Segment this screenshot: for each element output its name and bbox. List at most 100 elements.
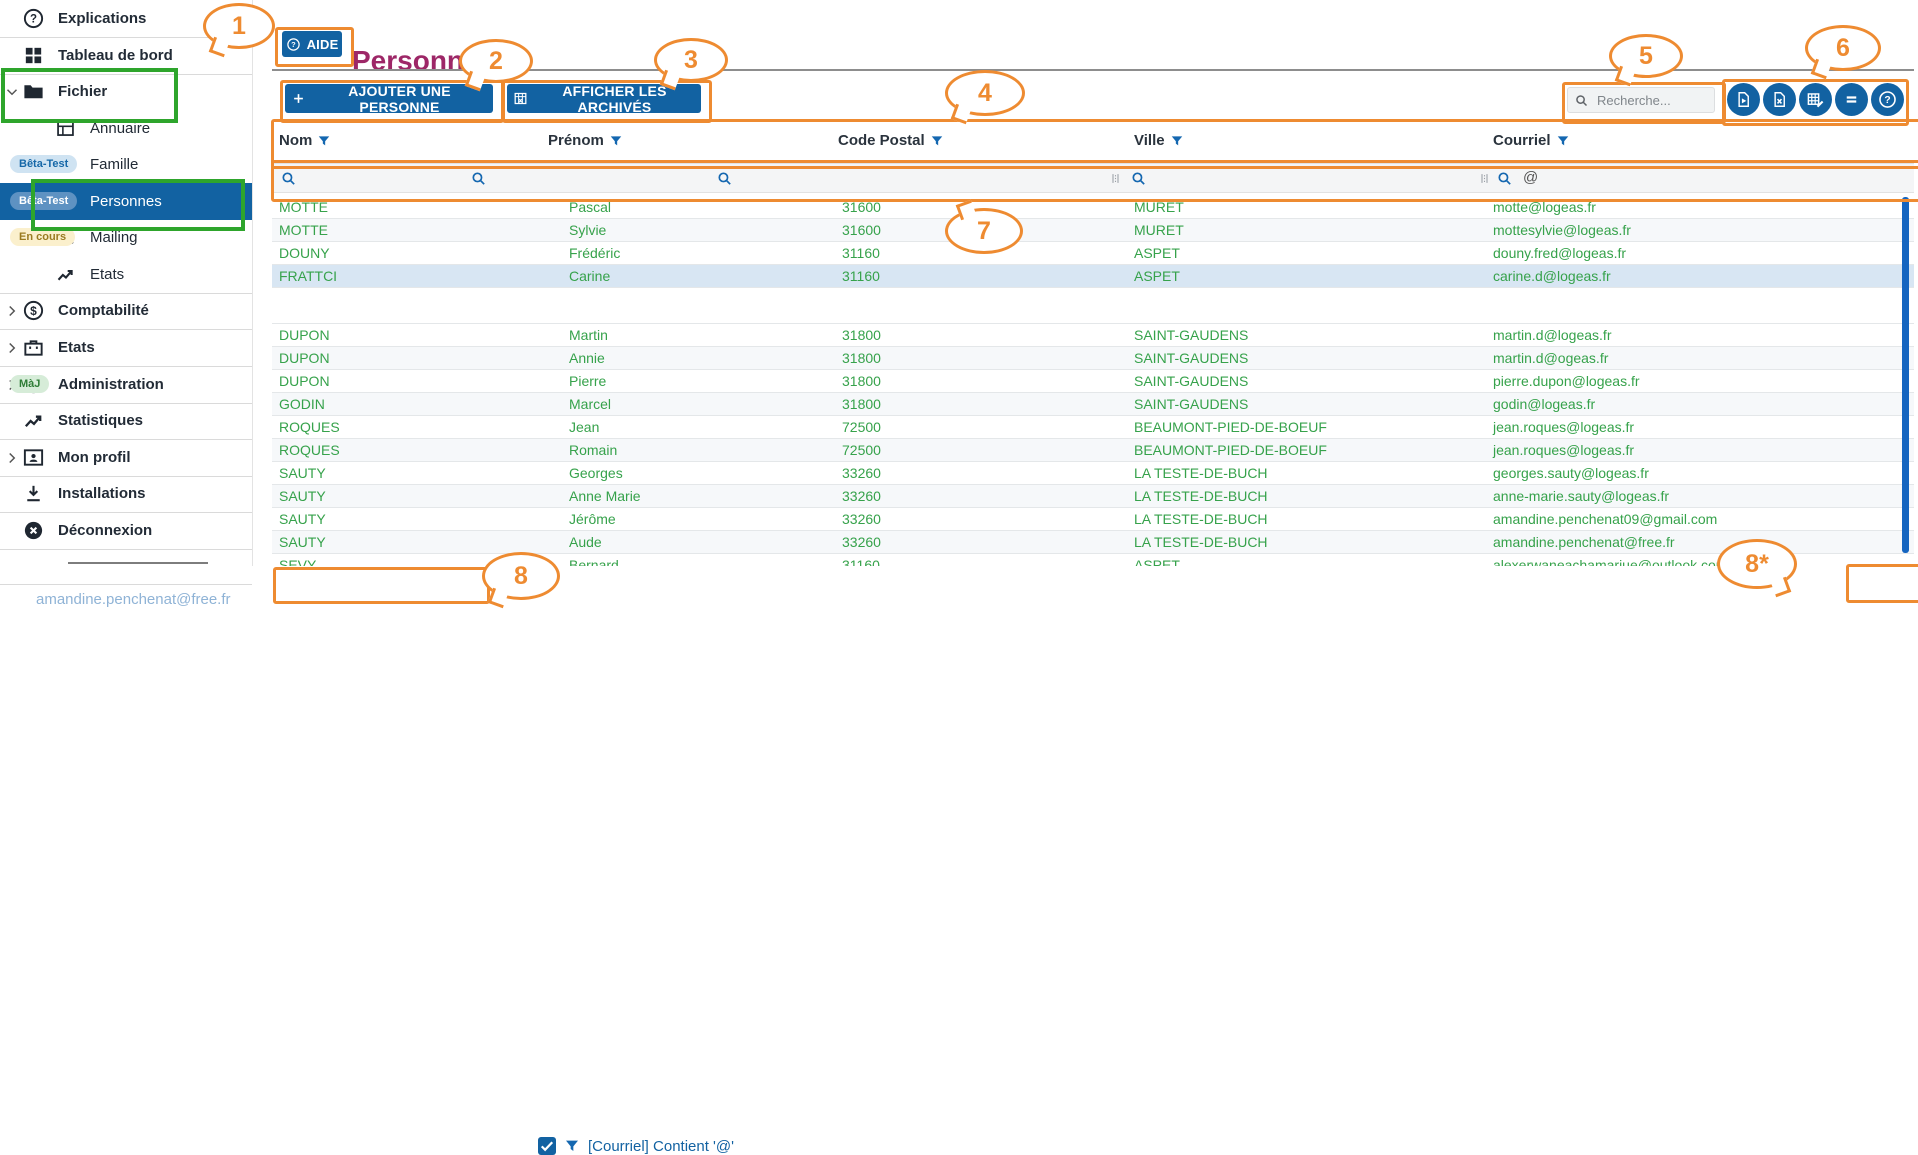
column-resize-handle-icon[interactable] (1108, 171, 1123, 186)
active-filter-label: [Courriel] Contient '@' (588, 1138, 734, 1155)
column-search-icon[interactable] (470, 170, 487, 187)
table-row[interactable]: SAUTYJérôme33260LA TESTE-DE-BUCHamandine… (272, 508, 1914, 531)
cell-ville: MURET (1134, 219, 1184, 242)
sidebar-item-label: Comptabilité (58, 302, 149, 319)
table-header-row: NomPrénomCode PostalVilleCourriel (272, 122, 1914, 160)
table-row[interactable]: SAUTYAnne Marie33260LA TESTE-DE-BUCHanne… (272, 485, 1914, 508)
annotation-callout-3: 3 (654, 38, 728, 82)
cell-cp: 31600 (842, 219, 881, 242)
cell-nom: DUPON (279, 324, 330, 347)
sidebar-item-mon-profil[interactable]: Mon profil (0, 439, 252, 477)
cell-cp: 72500 (842, 416, 881, 439)
search-icon (1574, 93, 1589, 108)
status-badge: Bêta-Test (10, 155, 77, 173)
sidebar: amandine.penchenat@free.fr ?Explications… (0, 0, 253, 603)
cell-ville: MURET (1134, 196, 1184, 219)
filter-funnel-icon[interactable] (317, 134, 331, 148)
cell-ville: SAINT-GAUDENS (1134, 324, 1248, 347)
table-row[interactable]: MOTTEPascal31600MURETmotte@logeas.fr (272, 196, 1914, 219)
cell-prenom: Pascal (569, 196, 611, 219)
cell-nom: FRATTCI (279, 265, 337, 288)
table-row[interactable]: ROQUESRomain72500BEAUMONT-PIED-DE-BOEUFj… (272, 439, 1914, 462)
filter-funnel-icon[interactable] (609, 134, 623, 148)
filter-checkbox[interactable] (538, 1137, 556, 1155)
sidebar-item-label: Etats (90, 266, 124, 283)
column-search-icon[interactable] (716, 170, 733, 187)
help-button[interactable]: ? (1871, 83, 1904, 116)
table-row[interactable]: MOTTESylvie31600MURETmottesylvie@logeas.… (272, 219, 1914, 242)
cell-cp: 31160 (842, 265, 880, 288)
table-row-empty[interactable] (272, 288, 1914, 324)
equals-button[interactable] (1835, 83, 1868, 116)
search-input[interactable] (1595, 92, 1709, 109)
cell-ville: ASPET (1134, 242, 1180, 265)
cell-prenom: Georges (569, 462, 623, 485)
cell-nom: DUPON (279, 370, 330, 393)
cell-ville: LA TESTE-DE-BUCH (1134, 508, 1268, 531)
table-scrollbar-thumb[interactable] (1902, 197, 1909, 553)
sidebar-item-label: Déconnexion (58, 522, 152, 539)
filter-funnel-icon[interactable] (930, 134, 944, 148)
cell-ville: LA TESTE-DE-BUCH (1134, 462, 1268, 485)
question-circle-icon: ? (286, 37, 301, 52)
cell-courriel: jean.roques@logeas.fr (1493, 416, 1634, 439)
export-spreadsheet-button[interactable] (1763, 83, 1796, 116)
cell-ville: LA TESTE-DE-BUCH (1134, 531, 1268, 554)
status-badge: En cours (10, 228, 75, 246)
filter-funnel-icon[interactable] (1170, 134, 1184, 148)
sidebar-footer-divider (0, 584, 252, 585)
sidebar-item-comptabilite[interactable]: $Comptabilité (0, 292, 252, 330)
cell-prenom: Sylvie (569, 219, 606, 242)
cell-nom: SAUTY (279, 462, 326, 485)
sidebar-item-label: Tableau de bord (58, 47, 173, 64)
sidebar-item-label: Fichier (58, 83, 107, 100)
column-resize-handle-icon[interactable] (1477, 171, 1492, 186)
filter-funnel-icon[interactable] (1556, 134, 1570, 148)
table-row[interactable]: GODINMarcel31800SAINT-GAUDENSgodin@logea… (272, 393, 1914, 416)
sidebar-item-administration[interactable]: AdministrationMàJ (0, 366, 252, 404)
table-row[interactable]: DOUNYFrédéric31160ASPETdouny.fred@logeas… (272, 242, 1914, 265)
cell-courriel: motte@logeas.fr (1493, 196, 1596, 219)
show-archived-button[interactable]: AFFICHER LES ARCHIVÉS (507, 84, 701, 113)
status-badge: Bêta-Test (10, 192, 77, 210)
column-search-icon[interactable] (1496, 170, 1513, 187)
sidebar-item-etats[interactable]: Etats (0, 329, 252, 367)
sidebar-item-mailing[interactable]: Mailing En cours (0, 219, 252, 256)
table-row[interactable]: ROQUESJean72500BEAUMONT-PIED-DE-BOEUFjea… (272, 416, 1914, 439)
sidebar-item-label: Mailing (90, 229, 138, 246)
table-action-buttons: ? (1727, 83, 1904, 116)
help-icon: ? (1878, 90, 1897, 109)
cell-cp: 33260 (842, 531, 881, 554)
sidebar-item-etats[interactable]: Etats (0, 256, 252, 294)
sidebar-item-fichier[interactable]: Fichier (0, 73, 252, 110)
table-row[interactable]: DUPONPierre31800SAINT-GAUDENSpierre.dupo… (272, 370, 1914, 393)
column-search-icon[interactable] (280, 170, 297, 187)
export-spreadsheet-icon (1770, 90, 1789, 109)
logout-icon (22, 519, 45, 542)
cell-nom: DOUNY (279, 242, 330, 265)
sidebar-item-statistiques[interactable]: Statistiques (0, 402, 252, 440)
help-button[interactable]: ? AIDE (282, 31, 342, 57)
edit-columns-icon (1806, 90, 1825, 109)
add-person-button[interactable]: AJOUTER UNE PERSONNE (285, 84, 493, 113)
sidebar-item-explications[interactable]: ?Explications (0, 0, 252, 38)
courriel-filter-value[interactable]: @ (1523, 169, 1538, 186)
equals-icon (1842, 90, 1861, 109)
table-row[interactable]: DUPONAnnie31800SAINT-GAUDENSmartin.d@oge… (272, 347, 1914, 370)
table-row[interactable]: SAUTYGeorges33260LA TESTE-DE-BUCHgeorges… (272, 462, 1914, 485)
table-row[interactable]: DUPONMartin31800SAINT-GAUDENSmartin.d@lo… (272, 324, 1914, 347)
profile-card-icon (22, 446, 45, 469)
column-search-icon[interactable] (1130, 170, 1147, 187)
sidebar-item-deconnexion[interactable]: Déconnexion (0, 512, 252, 550)
export-report-button[interactable] (1727, 83, 1760, 116)
sidebar-item-personnes[interactable]: PersonnesBêta-Test (0, 183, 252, 220)
sidebar-item-tableau-de-bord[interactable]: Tableau de bord (0, 37, 252, 75)
sidebar-item-famille[interactable]: FamilleBêta-Test (0, 146, 252, 183)
table-row[interactable]: SAUTYAude33260LA TESTE-DE-BUCHamandine.p… (272, 531, 1914, 554)
cell-prenom: Romain (569, 439, 617, 462)
edit-columns-button[interactable] (1799, 83, 1832, 116)
sidebar-item-annuaire[interactable]: Annuaire (0, 110, 252, 147)
sidebar-item-installations[interactable]: Installations (0, 475, 252, 513)
table-row[interactable]: FRATTCICarine31160ASPETcarine.d@logeas.f… (272, 265, 1914, 288)
svg-text:?: ? (30, 14, 37, 26)
